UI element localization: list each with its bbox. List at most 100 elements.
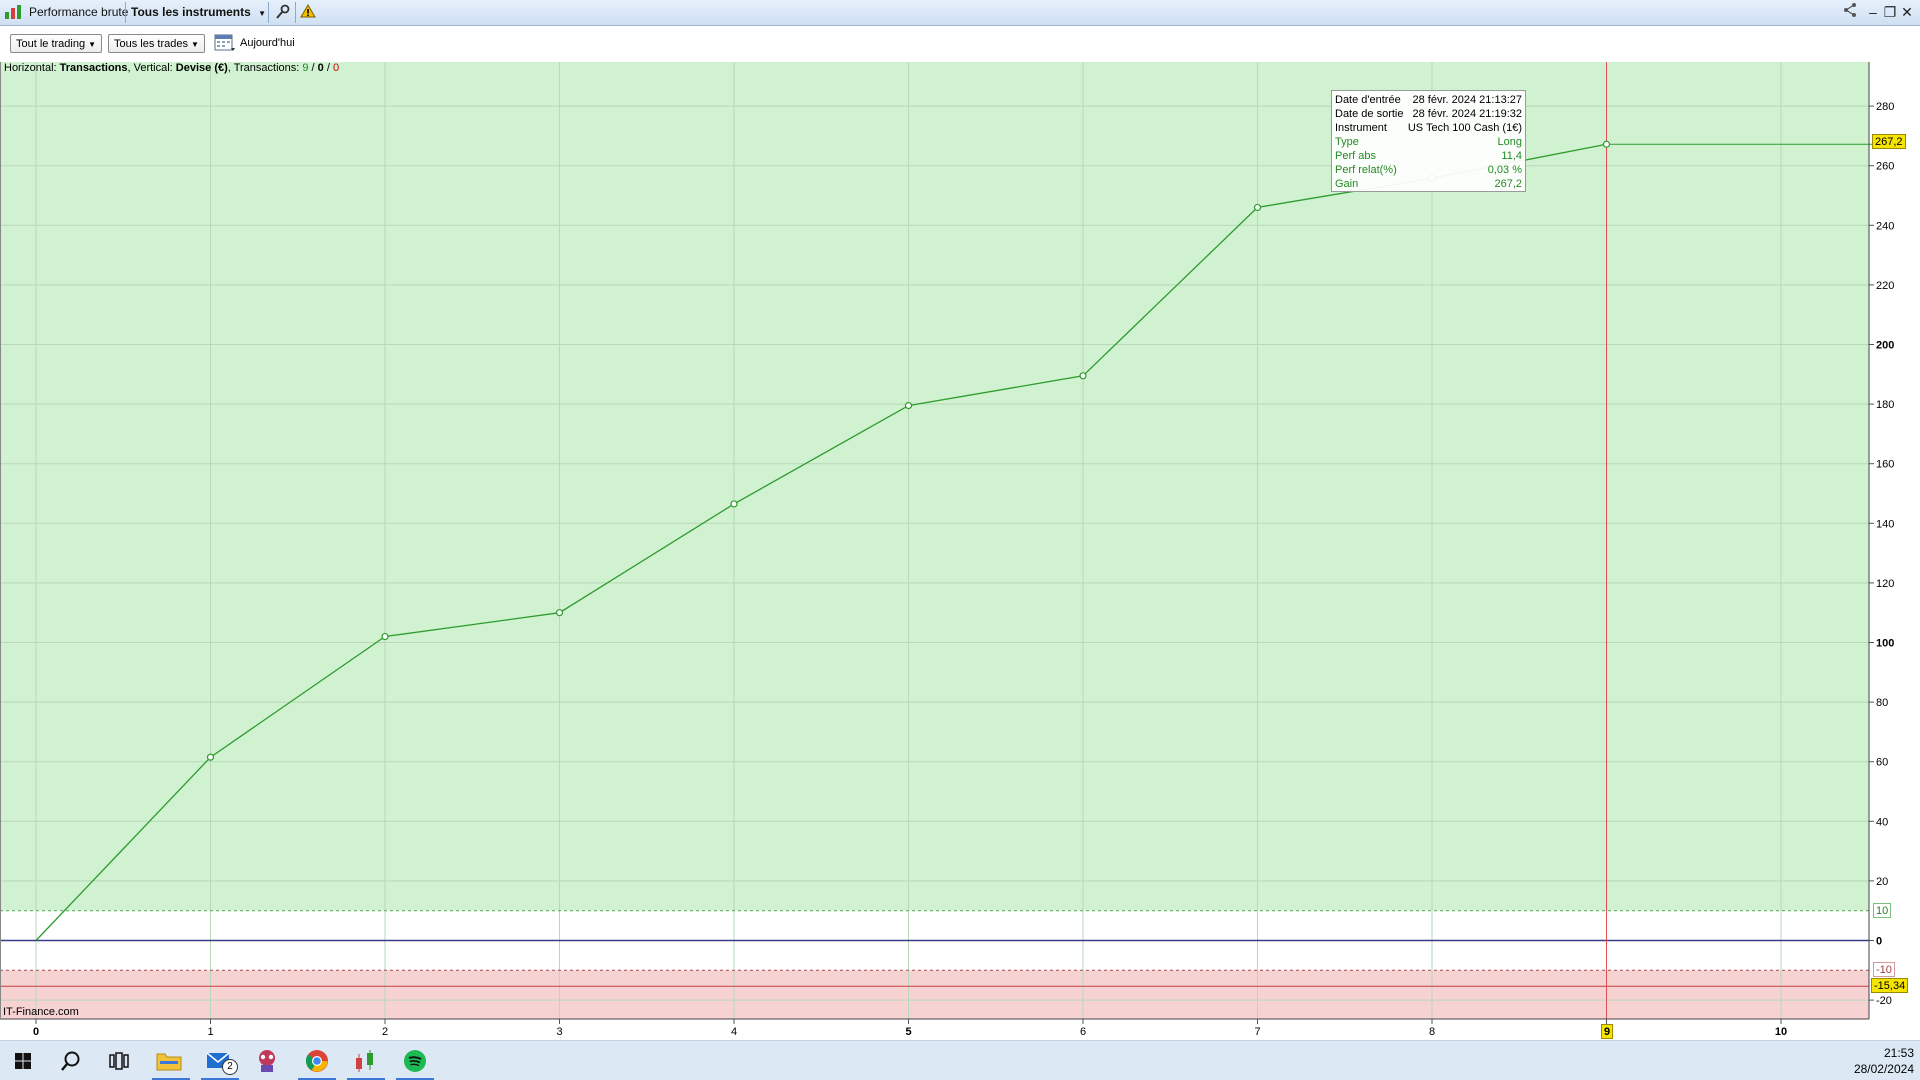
tooltip-label: Date d'entrée	[1335, 94, 1401, 106]
caret-down-icon: ▼	[88, 40, 97, 49]
y-tick-label: 180	[1876, 399, 1894, 411]
y-tick-label: 80	[1876, 697, 1888, 709]
task-view-icon[interactable]	[104, 1047, 134, 1075]
transactions-losing: 0	[332, 62, 340, 74]
search-icon[interactable]	[56, 1047, 86, 1075]
app-title: Performance brute	[29, 5, 129, 19]
wrench-icon[interactable]	[274, 3, 290, 26]
horizontal-prefix: Horizontal:	[4, 62, 60, 74]
tooltip-value: 0,03 %	[1487, 164, 1522, 176]
tooltip-value: 28 févr. 2024 21:13:27	[1412, 94, 1522, 106]
data-point	[730, 500, 738, 508]
y-tick-label: 40	[1876, 816, 1888, 828]
tooltip-row-perf-relat: Perf relat(%) 0,03 %	[1335, 163, 1522, 177]
x-tick-label: 1	[207, 1026, 213, 1038]
game-character-icon[interactable]	[252, 1047, 282, 1075]
trading-app-icon[interactable]	[350, 1047, 380, 1075]
tooltip-label: Instrument	[1335, 122, 1387, 134]
tooltip-row-exit-date: Date de sortie 28 févr. 2024 21:19:32	[1335, 107, 1522, 121]
y-tick-label: 60	[1876, 757, 1888, 769]
x-tick-label: 8	[1429, 1026, 1435, 1038]
instruments-dropdown[interactable]: Tous les instruments ▼	[131, 0, 266, 25]
tooltip-row-perf-abs: Perf abs 11,4	[1335, 149, 1522, 163]
vertical-axis-value: Devise (€)	[175, 62, 228, 74]
slash: /	[308, 62, 318, 74]
spotify-icon[interactable]	[400, 1047, 430, 1075]
upper-threshold-tag: 10	[1873, 903, 1892, 918]
transactions-prefix: , Transactions:	[227, 62, 303, 74]
clock-date: 28/02/2024	[1853, 1062, 1914, 1076]
trades-filter-label: Tous les trades	[114, 38, 188, 50]
tooltip-label: Perf abs	[1335, 150, 1376, 162]
y-tick-label: 260	[1876, 161, 1894, 173]
y-tick-label: 20	[1876, 876, 1888, 888]
loss-zone	[0, 970, 1869, 1019]
performance-chart-icon	[4, 3, 22, 26]
clock-time: 21:53	[1883, 1046, 1914, 1060]
minimize-icon[interactable]: –	[1865, 2, 1881, 22]
calendar-icon[interactable]	[214, 33, 236, 58]
date-label[interactable]: Aujourd'hui	[240, 37, 295, 49]
y-tick-label: 160	[1876, 459, 1894, 471]
tooltip-label: Perf relat(%)	[1335, 164, 1397, 176]
y-tick-label: 220	[1876, 280, 1894, 292]
current-value-tag: 267,2	[1872, 134, 1906, 149]
tooltip-label: Date de sortie	[1335, 108, 1404, 120]
taskbar: 2 21:53 28/02/2024	[0, 1040, 1920, 1080]
windows-start-icon[interactable]	[8, 1047, 38, 1075]
trading-filter-dropdown[interactable]: Tout le trading ▼	[10, 34, 103, 53]
x-tick-label: 0	[33, 1026, 39, 1038]
caret-down-icon: ▼	[190, 40, 199, 49]
x-tick-label: 2	[382, 1026, 388, 1038]
instruments-dropdown-label: Tous les instruments	[131, 5, 251, 19]
share-icon[interactable]	[1842, 2, 1858, 23]
x-tick-label: 4	[731, 1026, 737, 1038]
title-bar: Performance brute Tous les instruments ▼…	[0, 0, 1920, 26]
tooltip-row-entry-date: Date d'entrée 28 févr. 2024 21:13:27	[1335, 93, 1522, 107]
horizontal-axis-value: Transactions	[59, 62, 128, 74]
mail-icon[interactable]: 2	[204, 1047, 238, 1075]
tooltip-row-instrument: Instrument US Tech 100 Cash (1€)	[1335, 121, 1522, 135]
y-tick-label: 280	[1876, 101, 1894, 113]
trades-filter-dropdown[interactable]: Tous les trades ▼	[108, 34, 205, 53]
warning-icon[interactable]	[300, 3, 316, 24]
y-tick-label: 240	[1876, 220, 1894, 232]
data-point	[904, 401, 913, 410]
y-tick-label: 200	[1876, 340, 1894, 352]
close-icon[interactable]: ✕	[1899, 2, 1915, 22]
lower-threshold-tag: -10	[1873, 962, 1895, 977]
restore-icon[interactable]: ❐	[1882, 2, 1898, 22]
vertical-prefix: , Vertical:	[127, 62, 176, 74]
performance-chart[interactable]: -200204060801001201401601802002202402602…	[0, 62, 1920, 1040]
x-tick-label: 7	[1254, 1026, 1260, 1038]
watermark: IT-Finance.com	[3, 1006, 79, 1018]
data-point	[381, 632, 389, 641]
tooltip-row-gain: Gain 267,2	[1335, 177, 1522, 191]
tooltip-value: Long	[1497, 136, 1522, 148]
file-explorer-icon[interactable]	[154, 1047, 184, 1075]
tooltip-value: US Tech 100 Cash (1€)	[1407, 122, 1522, 134]
y-tick-label: 120	[1876, 578, 1894, 590]
chrome-icon[interactable]	[302, 1047, 332, 1075]
slash: /	[323, 62, 333, 74]
tooltip-label: Type	[1335, 136, 1359, 148]
system-clock[interactable]: 21:53 28/02/2024	[1854, 1045, 1914, 1077]
tooltip-row-type: Type Long	[1335, 135, 1522, 149]
data-point	[555, 609, 564, 617]
chevron-down-icon: ▼	[258, 9, 267, 18]
data-point	[206, 753, 215, 761]
y-tick-label: 0	[1876, 936, 1882, 948]
profit-zone	[0, 62, 1869, 911]
cursor-x-tag: 9	[1601, 1024, 1614, 1039]
x-tick-label: 5	[905, 1026, 911, 1038]
mail-badge: 2	[222, 1059, 238, 1075]
y-tick-label: 100	[1876, 638, 1894, 650]
x-tick-label: 10	[1775, 1026, 1787, 1038]
tooltip-value: 267,2	[1494, 178, 1522, 190]
y-tick-label: 140	[1876, 518, 1894, 530]
min-value-tag: -15,34	[1871, 978, 1909, 993]
tooltip-label: Gain	[1335, 178, 1359, 190]
y-tick-label: -20	[1876, 995, 1892, 1007]
x-tick-label: 6	[1080, 1026, 1086, 1038]
data-point	[1253, 203, 1262, 212]
